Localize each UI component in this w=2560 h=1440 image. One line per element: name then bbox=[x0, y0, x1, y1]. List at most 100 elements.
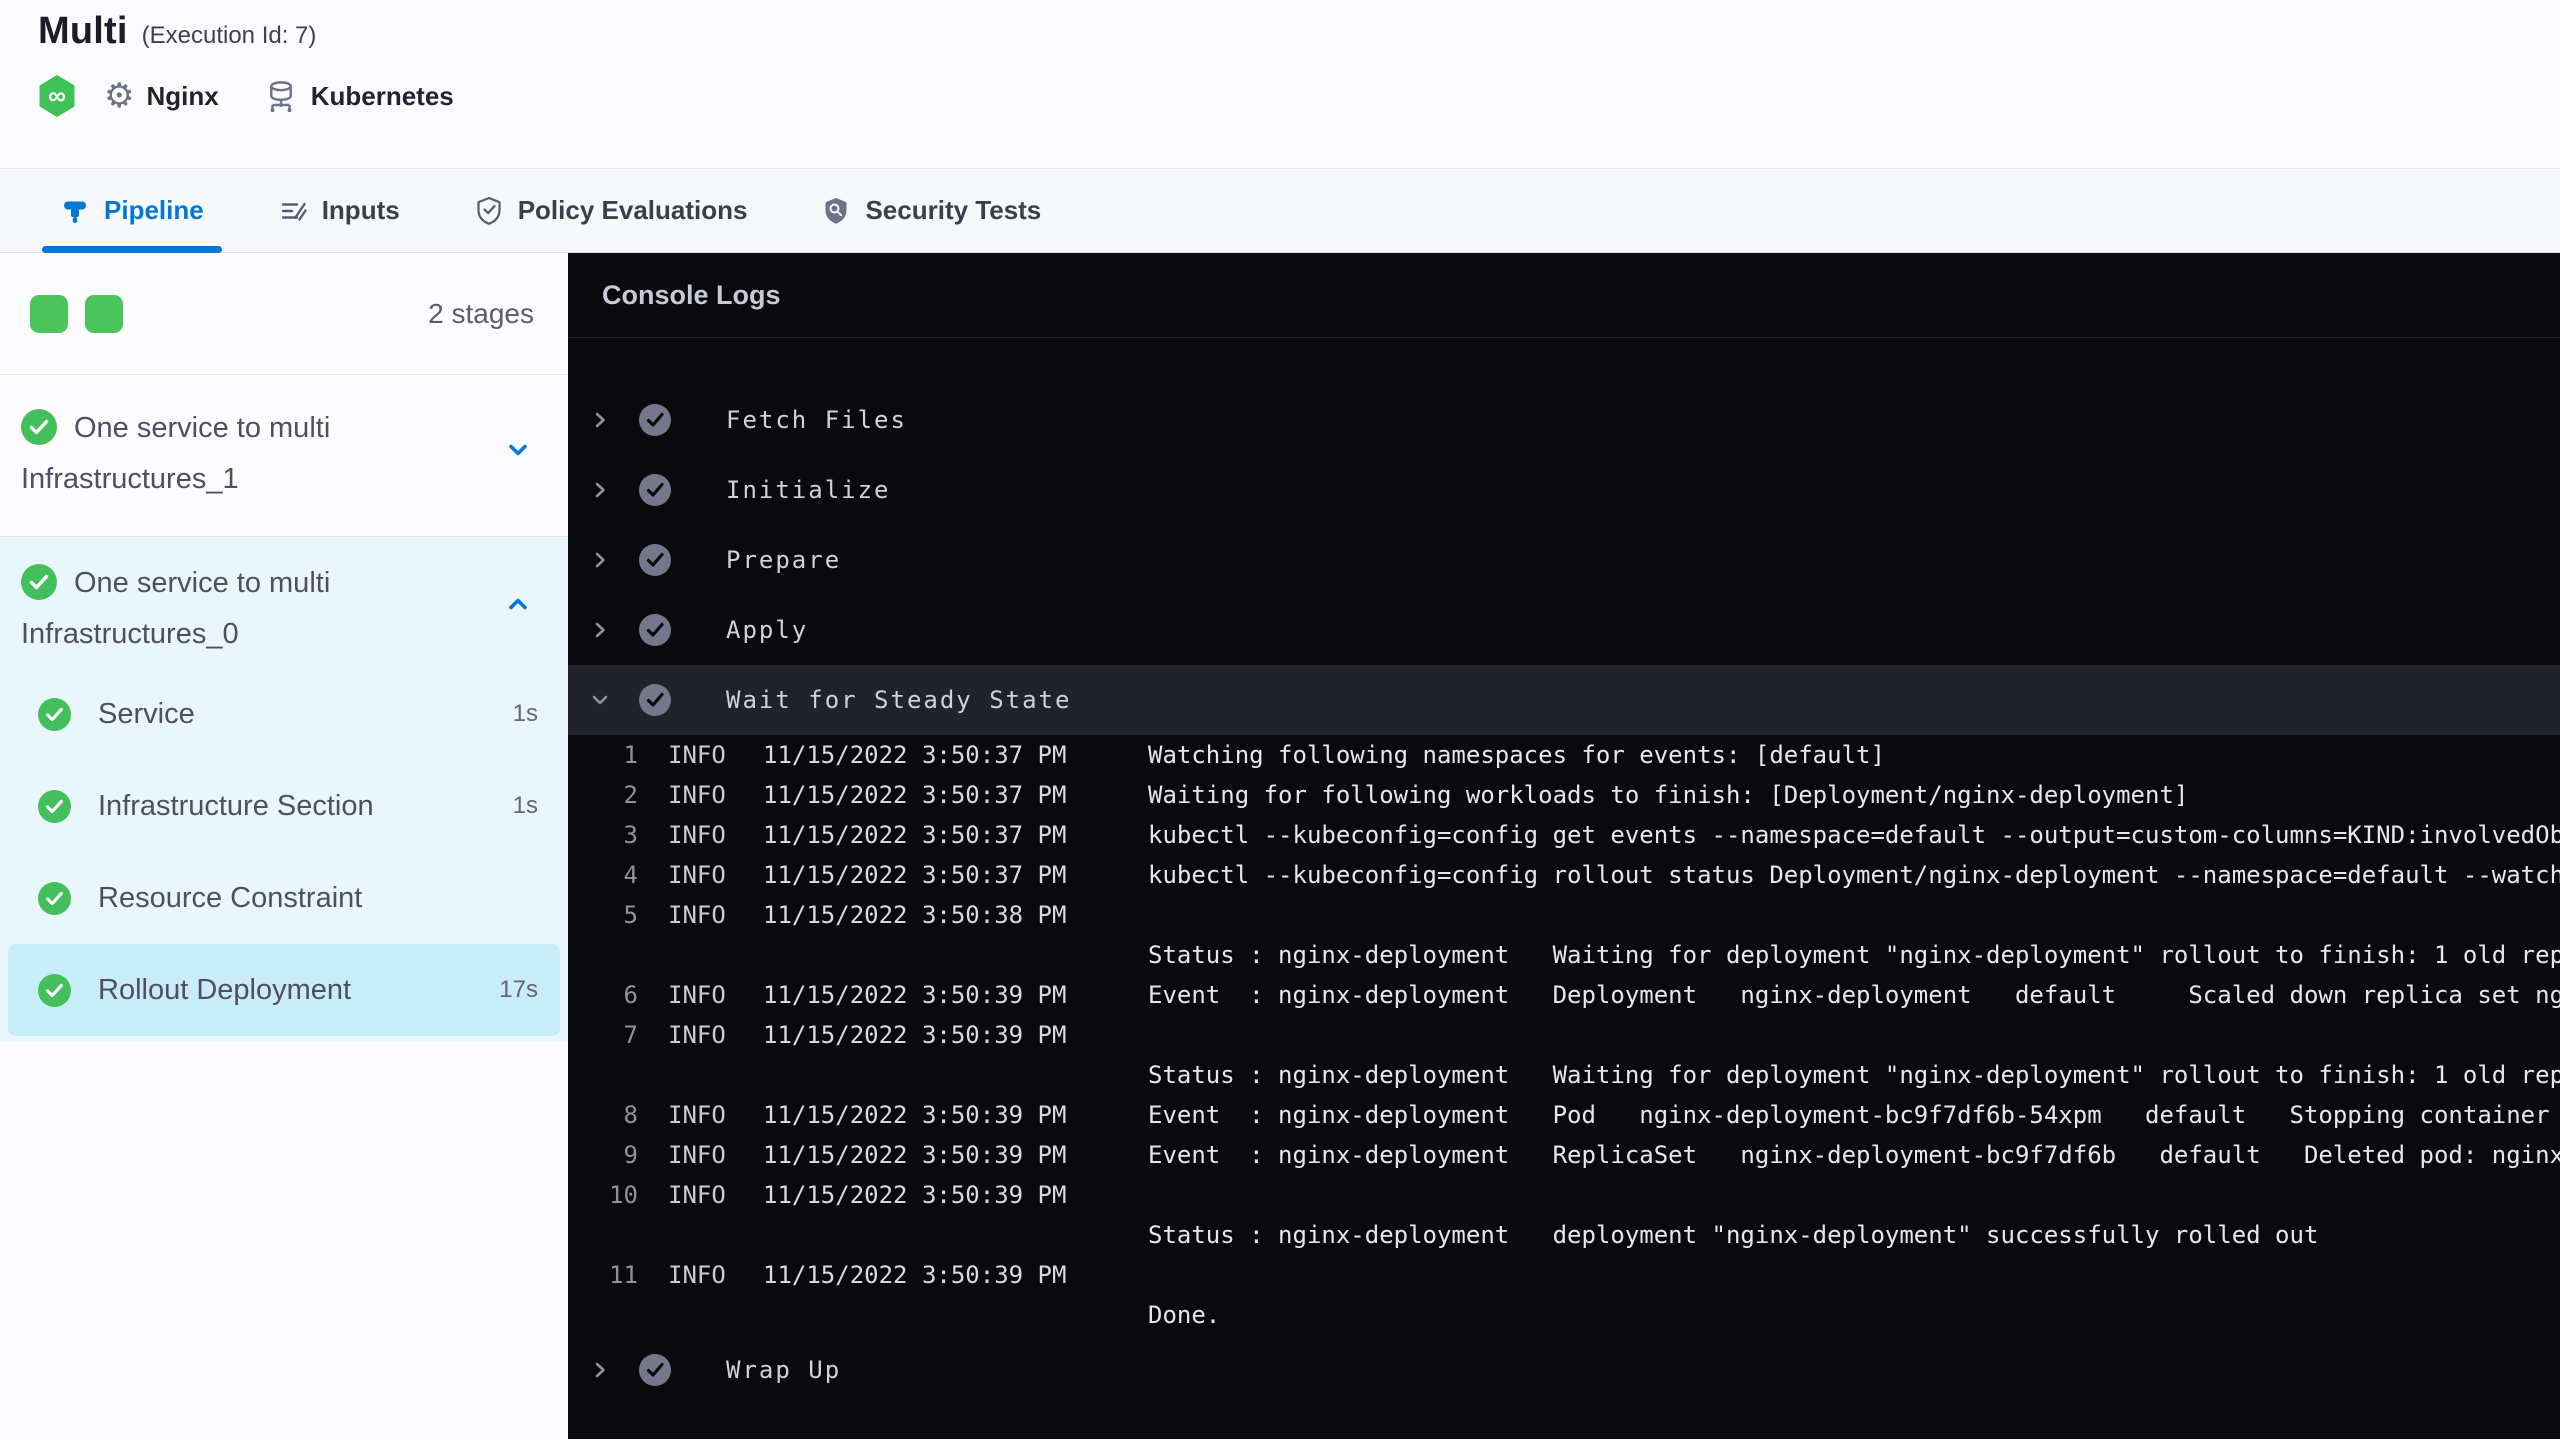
log-message: kubectl --kubeconfig=config get events -… bbox=[1148, 821, 2560, 849]
log-line: 6 INFO 11/15/2022 3:50:39 PM Event : nginx-… bbox=[568, 975, 2560, 1015]
console-step-wait-for-steady-state[interactable]: Wait for Steady State bbox=[568, 665, 2560, 735]
log-line: 1 INFO 11/15/2022 3:50:37 PM Watching follo… bbox=[568, 735, 2560, 775]
log-line-number: 9 bbox=[623, 1141, 638, 1169]
tab-label: Security Tests bbox=[865, 195, 1042, 225]
step-rollout-deployment[interactable]: Rollout Deployment 17s bbox=[8, 944, 560, 1036]
log-level: INFO bbox=[668, 781, 726, 809]
tab-policy-evaluations[interactable]: Policy Evaluations bbox=[456, 169, 766, 252]
log-line: Status : nginx-deployment Waiting for de… bbox=[568, 935, 2560, 975]
stage-status-square[interactable] bbox=[30, 294, 68, 333]
service-name[interactable]: Nginx bbox=[146, 81, 218, 112]
success-check-icon bbox=[21, 409, 57, 458]
log-timestamp: 11/15/2022 3:50:37 PM bbox=[763, 821, 1067, 849]
log-line-number: 7 bbox=[623, 1021, 638, 1049]
infinity-icon: ∞ bbox=[48, 81, 66, 110]
log-message: Status : nginx-deployment Waiting for de… bbox=[1148, 1061, 2560, 1089]
tab-bar: Pipeline Inputs Policy Evaluations Secur… bbox=[0, 168, 2560, 253]
log-level: INFO bbox=[668, 1141, 726, 1169]
stage-header-infrastructures-0[interactable]: One service to multi Infrastructures_0 bbox=[0, 562, 568, 656]
log-timestamp: 11/15/2022 3:50:39 PM bbox=[763, 1141, 1067, 1169]
execution-id: (Execution Id: 7) bbox=[141, 22, 317, 49]
log-line: 4 INFO 11/15/2022 3:50:37 PM kubectl --kube… bbox=[568, 855, 2560, 895]
log-line-number: 10 bbox=[609, 1181, 638, 1209]
log-level: INFO bbox=[668, 821, 726, 849]
inputs-icon bbox=[281, 202, 307, 221]
log-level: INFO bbox=[668, 901, 726, 929]
log-timestamp: 11/15/2022 3:50:39 PM bbox=[763, 1261, 1067, 1289]
log-message: Status : nginx-deployment Waiting for de… bbox=[1148, 941, 2560, 969]
console-logs-panel: Console Logs Fetch Files Initialize Prep… bbox=[568, 253, 2560, 1439]
log-line: 3 INFO 11/15/2022 3:50:37 PM kubectl --kube… bbox=[568, 815, 2560, 855]
title-row: Multi (Execution Id: 7) bbox=[38, 0, 2560, 53]
step-infrastructure-section[interactable]: Infrastructure Section 1s bbox=[0, 760, 568, 852]
log-line-number: 8 bbox=[623, 1101, 638, 1129]
step-label: Infrastructure Section bbox=[98, 789, 374, 822]
step-success-badge-icon bbox=[638, 1353, 672, 1387]
log-line: 8 INFO 11/15/2022 3:50:39 PM Event : nginx-… bbox=[568, 1095, 2560, 1135]
chevron-right-icon[interactable] bbox=[588, 1359, 612, 1381]
pipeline-icon bbox=[64, 201, 86, 223]
stage-name: One service to multi Infrastructures_0 bbox=[21, 567, 331, 650]
console-step-wrap-up[interactable]: Wrap Up bbox=[568, 1335, 2560, 1405]
chevron-down-icon[interactable] bbox=[504, 433, 532, 476]
tab-pipeline[interactable]: Pipeline bbox=[42, 169, 222, 253]
step-label: Resource Constraint bbox=[98, 881, 363, 914]
log-line-number: 5 bbox=[623, 901, 638, 929]
log-line-number: 6 bbox=[623, 981, 638, 1009]
log-timestamp: 11/15/2022 3:50:37 PM bbox=[763, 861, 1067, 889]
step-success-badge-icon bbox=[638, 613, 672, 647]
console-body: Fetch Files Initialize Prepare Apply Wai… bbox=[568, 338, 2560, 1405]
step-label: Service bbox=[98, 697, 195, 730]
step-duration: 1s bbox=[512, 700, 538, 727]
log-timestamp: 11/15/2022 3:50:37 PM bbox=[763, 741, 1067, 769]
console-step-fetch-files[interactable]: Fetch Files bbox=[568, 385, 2560, 455]
log-line: Status : nginx-deployment Waiting for de… bbox=[568, 1055, 2560, 1095]
log-message: kubectl --kubeconfig=config rollout stat… bbox=[1148, 861, 2560, 889]
console-step-label: Initialize bbox=[726, 476, 891, 504]
log-line: 10 INFO 11/15/2022 3:50:39 PM bbox=[568, 1175, 2560, 1215]
log-level: INFO bbox=[668, 1101, 726, 1129]
stage-group-expanded: One service to multi Infrastructures_0 S… bbox=[0, 537, 568, 1042]
stages-summary: 2 stages bbox=[0, 253, 568, 375]
step-resource-constraint[interactable]: Resource Constraint bbox=[0, 852, 568, 944]
success-check-icon bbox=[38, 881, 71, 915]
chevron-right-icon[interactable] bbox=[588, 409, 612, 431]
chevron-right-icon[interactable] bbox=[588, 549, 612, 571]
stage-status-square[interactable] bbox=[85, 294, 123, 333]
success-check-icon bbox=[21, 564, 57, 613]
success-check-icon bbox=[38, 973, 71, 1007]
stages-sidebar: 2 stages One service to multi Infrastruc… bbox=[0, 253, 568, 1439]
content: 2 stages One service to multi Infrastruc… bbox=[0, 253, 2560, 1439]
stage-header-infrastructures-1[interactable]: One service to multi Infrastructures_1 bbox=[0, 407, 568, 501]
tab-label: Inputs bbox=[321, 195, 400, 225]
log-level: INFO bbox=[668, 1261, 726, 1289]
chevron-right-icon[interactable] bbox=[588, 479, 612, 501]
chevron-up-icon[interactable] bbox=[504, 588, 532, 631]
log-timestamp: 11/15/2022 3:50:39 PM bbox=[763, 1181, 1067, 1209]
infrastructure-name[interactable]: Kubernetes bbox=[311, 81, 454, 112]
console-step-label: Prepare bbox=[726, 546, 842, 574]
log-message: Done. bbox=[1148, 1301, 1221, 1329]
log-level: INFO bbox=[668, 1181, 726, 1209]
log-line: 2 INFO 11/15/2022 3:50:37 PM Waiting for fo… bbox=[568, 775, 2560, 815]
chevron-right-icon[interactable] bbox=[588, 619, 612, 641]
log-timestamp: 11/15/2022 3:50:38 PM bbox=[763, 901, 1067, 929]
tab-inputs[interactable]: Inputs bbox=[260, 169, 418, 252]
log-line-number: 11 bbox=[609, 1261, 638, 1289]
chevron-down-icon[interactable] bbox=[588, 690, 612, 710]
log-line-number: 4 bbox=[623, 861, 638, 889]
step-service[interactable]: Service 1s bbox=[0, 668, 568, 760]
services-row: ∞ ⚙ Nginx Kubernetes bbox=[38, 75, 2560, 117]
console-step-prepare[interactable]: Prepare bbox=[568, 525, 2560, 595]
console-step-initialize[interactable]: Initialize bbox=[568, 455, 2560, 525]
console-step-apply[interactable]: Apply bbox=[568, 595, 2560, 665]
tab-security-tests[interactable]: Security Tests bbox=[803, 169, 1059, 252]
log-level: INFO bbox=[668, 1021, 726, 1049]
console-step-label: Wait for Steady State bbox=[726, 686, 1072, 714]
step-duration: 1s bbox=[512, 792, 538, 819]
console-logs-title: Console Logs bbox=[602, 279, 781, 310]
execution-header: Multi (Execution Id: 7) ∞ ⚙ Nginx Kubern… bbox=[0, 0, 2560, 168]
gear-icon: ⚙ bbox=[104, 77, 135, 115]
console-step-label: Wrap Up bbox=[726, 1356, 842, 1384]
log-level: INFO bbox=[668, 981, 726, 1009]
